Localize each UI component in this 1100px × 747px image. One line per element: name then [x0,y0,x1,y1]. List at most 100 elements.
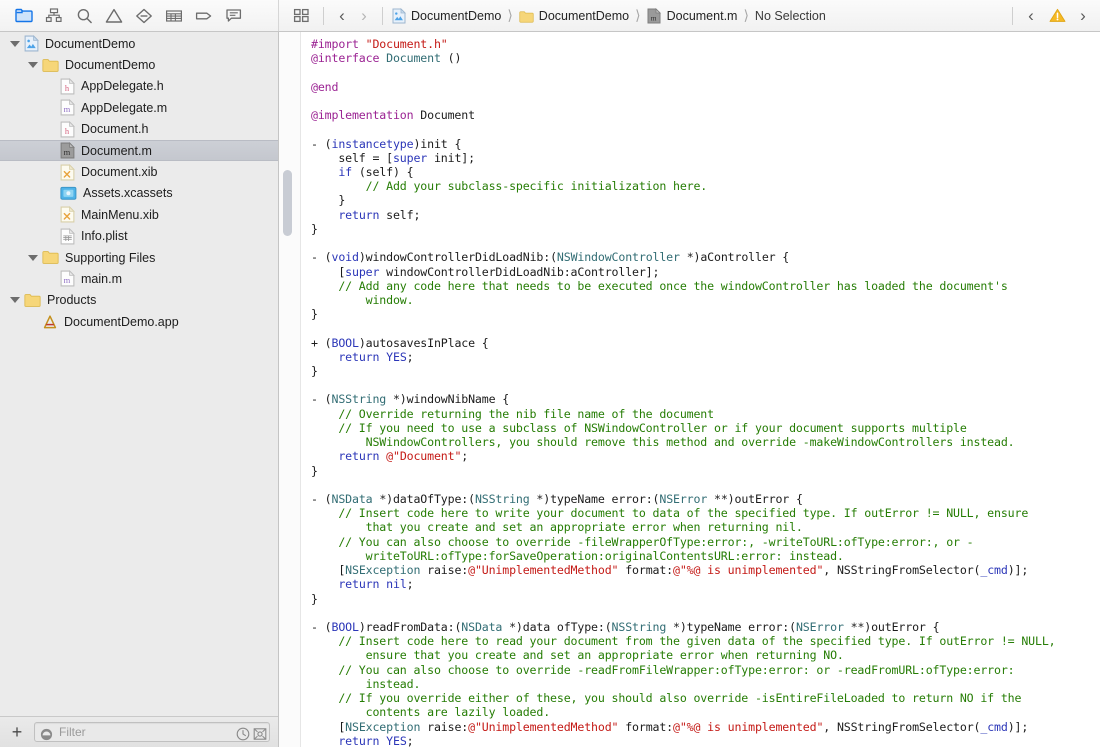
code-token: } [311,193,345,207]
warning-triangle-icon[interactable] [1042,3,1072,29]
navigator-row-info-plist[interactable]: Info.plist [0,226,278,247]
code-token: *)typeName error:( [530,492,660,506]
code-token: _cmd [980,563,1007,577]
breadcrumb-item-selection[interactable]: No Selection [754,9,827,23]
code-line: instead. [311,677,1092,691]
code-token: // Add any code here that needs to be ex… [311,279,1008,293]
code-token: return [338,734,379,747]
next-issue-button[interactable]: › [1072,4,1094,28]
source-editor[interactable]: #import "Document.h"@interface Document … [279,32,1100,747]
breadcrumb: DocumentDemo ⟩ DocumentDemo ⟩ [390,7,1005,24]
breadcrumb-item-project[interactable]: DocumentDemo [390,7,502,24]
previous-issue-button[interactable]: ‹ [1020,4,1042,28]
navigator-row-document-m[interactable]: mDocument.m [0,140,278,161]
code-line: // Override returning the nib file name … [311,407,1092,421]
code-line: return YES; [311,350,1092,364]
test-diamond-icon[interactable] [129,3,159,29]
navigator-row-products[interactable]: Products [0,290,278,311]
breadcrumb-item-group[interactable]: DocumentDemo [518,7,630,24]
navigator-row-supporting-files[interactable]: Supporting Files [0,247,278,268]
filter-scope-icon[interactable] [39,724,54,741]
twisty-placeholder [26,315,39,328]
navigator-row-label: MainMenu.xib [81,208,159,222]
go-back-button[interactable]: ‹ [331,4,353,28]
navigator-row-documentdemo-app[interactable]: DocumentDemo.app [0,311,278,332]
navigator-row-assets-xcassets[interactable]: Assets.xcassets [0,183,278,204]
code-token: @interface [311,51,386,65]
code-token: // Override returning the nib file name … [311,407,714,421]
filter-sourcecontrol-icon[interactable] [252,724,267,741]
code-line: [super windowControllerDidLoadNib:aContr… [311,265,1092,279]
code-token [311,165,338,179]
code-token: contents are lazily loaded. [311,705,550,719]
disclosure-triangle-icon[interactable] [8,294,21,307]
search-icon[interactable] [69,3,99,29]
navigator-folder-icon[interactable] [9,3,39,29]
source-control-icon[interactable] [39,3,69,29]
related-items-icon[interactable] [286,3,316,29]
navigator-row-appdelegate-h[interactable]: hAppDelegate.h [0,76,278,97]
code-line: } [311,222,1092,236]
toolbar-divider-2 [382,7,383,25]
code-token: @"%@ is unimplemented" [673,563,823,577]
toolbar: ‹ › DocumentDemo ⟩ [0,0,1100,32]
go-forward-button[interactable]: › [353,4,375,28]
navigator-row-label: Supporting Files [65,251,155,265]
navigator-row-label: DocumentDemo [65,58,155,72]
navigator-row-mainmenu-xib[interactable]: MainMenu.xib [0,204,278,225]
code-line: - (instancetype)init { [311,137,1092,151]
code-line: // Insert code here to read your documen… [311,634,1092,648]
code-line: [NSException raise:@"UnimplementedMethod… [311,563,1092,577]
code-token [311,577,338,591]
navigator-row-label: Info.plist [81,229,128,243]
code-token: instead. [311,677,420,691]
code-token: self = [ [311,151,393,165]
code-token: @"UnimplementedMethod" [468,563,618,577]
debug-list-icon[interactable] [159,3,189,29]
navigator-row-document-xib[interactable]: Document.xib [0,161,278,182]
code-token: @"UnimplementedMethod" [468,720,618,734]
navigator-row-document-h[interactable]: hDocument.h [0,119,278,140]
twisty-placeholder [44,230,57,243]
code-token: **)outError { [707,492,803,506]
code-token [311,449,338,463]
breakpoint-tag-icon[interactable] [189,3,219,29]
project-file-tree[interactable]: DocumentDemoDocumentDemohAppDelegate.hmA… [0,32,278,716]
code-token: } [311,222,318,236]
svg-text:m: m [64,105,71,115]
code-token: } [311,364,318,378]
code-token: return [338,208,379,222]
source-code-text[interactable]: #import "Document.h"@interface Document … [301,32,1100,747]
code-token: _cmd [980,720,1007,734]
folder-icon [24,293,41,308]
navigator-row-main-m[interactable]: mmain.m [0,268,278,289]
code-token: *)aController { [680,250,789,264]
navigator-row-appdelegate-m[interactable]: mAppDelegate.m [0,97,278,118]
breadcrumb-item-file[interactable]: m Document.m [646,7,739,24]
code-token: )autosavesInPlace { [359,336,489,350]
editor-scrollbar-thumb[interactable] [283,170,292,236]
warning-triangle-icon[interactable] [99,3,129,29]
code-token: #import [311,37,366,51]
code-line: ensure that you create and set an approp… [311,648,1092,662]
code-line: // If you override either of these, you … [311,691,1092,705]
disclosure-triangle-icon[interactable] [26,59,39,72]
navigator-row-documentdemo[interactable]: DocumentDemo [0,33,278,54]
code-line: } [311,364,1092,378]
filter-actions [235,724,267,741]
recent-clock-icon[interactable] [235,724,250,741]
filter-field[interactable]: Filter [34,722,270,742]
code-token: - ( [311,492,332,506]
code-line [311,321,1092,335]
code-token: } [311,307,318,321]
disclosure-triangle-icon[interactable] [26,251,39,264]
navigator-row-label: Document.xib [81,165,157,179]
project-navigator: DocumentDemoDocumentDemohAppDelegate.hmA… [0,32,279,747]
report-bubble-icon[interactable] [219,3,249,29]
xcode-project-icon [24,35,39,52]
code-token: (self) { [352,165,413,179]
add-file-button[interactable]: + [6,721,28,743]
code-line: #import "Document.h" [311,37,1092,51]
navigator-row-documentdemo[interactable]: DocumentDemo [0,54,278,75]
disclosure-triangle-icon[interactable] [8,37,21,50]
